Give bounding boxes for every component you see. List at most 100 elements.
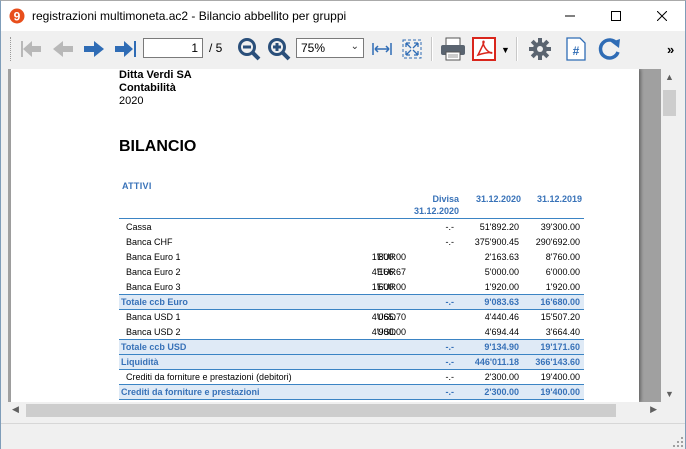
document-viewport[interactable]: Ditta Verdi SA Contabilità 2020 BILANCIO… — [8, 69, 661, 402]
row-value-2019: 1'920.00 — [545, 282, 580, 292]
page-number-button[interactable]: # — [562, 35, 590, 63]
table-row: Banca Euro 2 EUR 4'166.67 5'000.00 6'000.00 — [119, 265, 584, 280]
print-button[interactable] — [439, 35, 467, 63]
scroll-down-icon[interactable]: ▼ — [665, 389, 674, 399]
row-label: Banca USD 2 — [126, 327, 181, 337]
zoom-value: 75% — [301, 41, 326, 55]
next-page-button[interactable] — [80, 35, 108, 63]
window-title: registrazioni multimoneta.ac2 - Bilancio… — [32, 9, 347, 23]
minimize-icon — [565, 15, 575, 17]
department-name: Contabilità — [119, 82, 176, 94]
total-row: Liquidità -.- 446'011.18 366'143.60 — [119, 355, 584, 370]
report-page: Ditta Verdi SA Contabilità 2020 BILANCIO… — [11, 69, 639, 402]
row-divisa: -.- — [445, 357, 455, 367]
svg-text:#: # — [573, 44, 580, 58]
scroll-up-icon[interactable]: ▲ — [665, 72, 674, 82]
resize-grip-icon[interactable] — [673, 437, 683, 447]
row-value-2019: 15'507.20 — [540, 312, 580, 322]
horizontal-scrollbar[interactable]: ◀ ▶ — [8, 402, 661, 419]
scrollbar-corner — [661, 402, 678, 419]
total-row: Crediti da forniture e prestazioni -.- 2'3… — [119, 385, 584, 400]
last-page-icon — [115, 41, 136, 57]
row-value-2019: 19'400.00 — [540, 372, 580, 382]
row-value-2019: 8'760.00 — [545, 252, 580, 262]
settings-icon — [529, 38, 551, 60]
company-name: Ditta Verdi SA — [119, 69, 192, 81]
section-title: ATTIVI — [122, 181, 152, 191]
row-label: Totale ccb Euro — [121, 297, 188, 307]
scroll-left-icon[interactable]: ◀ — [12, 404, 19, 415]
row-divisa: -.- — [445, 372, 455, 382]
last-page-button[interactable] — [111, 35, 139, 63]
vertical-scrollbar[interactable]: ▲ ▼ — [661, 69, 678, 402]
toolbar: / 5 75% ⌄ ▼ # — [1, 31, 685, 69]
close-button[interactable] — [639, 1, 685, 31]
column-header-2019: 31.12.2019 — [536, 194, 582, 204]
previous-page-icon — [53, 41, 73, 57]
row-label: Banca Euro 1 — [126, 252, 181, 262]
row-label: Banca CHF — [126, 237, 173, 247]
table-row: Cassa -.- 51'892.20 39'300.00 — [119, 220, 584, 235]
total-row: Totale ccb USD -.- 9'134.90 19'171.60 — [119, 340, 584, 355]
zoom-in-button[interactable] — [265, 35, 293, 63]
zoom-out-button[interactable] — [235, 35, 263, 63]
row-value-2020: 375'900.45 — [474, 237, 519, 247]
row-label: Banca USD 1 — [126, 312, 181, 322]
report-year: 2020 — [119, 95, 144, 107]
row-value-2019: 6'000.00 — [545, 267, 580, 277]
fit-width-button[interactable] — [368, 35, 396, 63]
column-header-divisa-date: 31.12.2020 — [413, 206, 459, 216]
toolbar-grip — [10, 37, 13, 61]
title-bar: 9 registrazioni multimoneta.ac2 - Bilanc… — [1, 1, 685, 31]
first-page-icon — [21, 41, 41, 57]
row-amount-currency: 1'800.00 — [371, 252, 406, 262]
table-row: Banca Euro 1 EUR 1'800.00 2'163.63 8'760.00 — [119, 250, 584, 265]
row-label: Banca Euro 3 — [126, 282, 181, 292]
maximize-button[interactable] — [593, 1, 639, 31]
scroll-right-icon[interactable]: ▶ — [650, 404, 657, 415]
row-value-2020: 5'000.00 — [484, 267, 519, 277]
pdf-dropdown-icon[interactable]: ▼ — [501, 45, 510, 55]
chevron-down-icon: ⌄ — [350, 41, 359, 52]
vertical-scroll-thumb[interactable] — [663, 90, 676, 116]
previous-page-button[interactable] — [49, 35, 77, 63]
row-value-2020: 2'163.63 — [484, 252, 519, 262]
settings-button[interactable] — [526, 35, 554, 63]
horizontal-scroll-thumb[interactable] — [26, 404, 616, 417]
header-divider — [119, 218, 584, 219]
row-value-2020: 2'300.00 — [484, 372, 519, 382]
table-row: Crediti da forniture e prestazioni (debi… — [119, 370, 584, 385]
pdf-button[interactable] — [470, 35, 498, 63]
row-value-2020: 9'134.90 — [484, 342, 519, 352]
total-row: Totale ccb Euro -.- 9'083.63 16'680.00 — [119, 295, 584, 310]
fit-page-icon — [402, 39, 422, 59]
toolbar-overflow-button[interactable]: » — [667, 42, 674, 57]
svg-text:9: 9 — [14, 10, 21, 24]
row-label: Cassa — [126, 222, 152, 232]
row-value-2020: 4'440.46 — [484, 312, 519, 322]
page-number-icon: # — [566, 37, 586, 61]
row-amount-currency: 1'600.00 — [371, 282, 406, 292]
zoom-select[interactable]: 75% ⌄ — [296, 38, 364, 58]
row-divisa: -.- — [445, 387, 455, 397]
zoom-in-icon — [268, 38, 291, 61]
table-row: Banca USD 2 USD 4'900.00 4'694.44 3'664.40 — [119, 325, 584, 340]
page-number-input[interactable] — [143, 38, 203, 58]
table-row: Banca USD 1 USD 4'065.70 4'440.46 15'507.20 — [119, 310, 584, 325]
column-header-2020: 31.12.2020 — [475, 194, 521, 204]
row-value-2019: 3'664.40 — [545, 327, 580, 337]
first-page-button[interactable] — [18, 35, 46, 63]
next-page-icon — [84, 41, 104, 57]
refresh-button[interactable] — [596, 35, 624, 63]
row-value-2020: 2'300.00 — [484, 387, 519, 397]
refresh-icon — [598, 38, 620, 60]
row-value-2020: 9'083.63 — [484, 297, 519, 307]
fit-page-button[interactable] — [398, 35, 426, 63]
row-divisa: -.- — [445, 237, 455, 247]
toolbar-separator — [516, 37, 518, 61]
row-divisa: -.- — [445, 297, 455, 307]
column-header-divisa: Divisa — [432, 194, 459, 204]
minimize-button[interactable] — [547, 1, 593, 31]
row-value-2019: 16'680.00 — [540, 297, 580, 307]
row-value-2019: 19'171.60 — [540, 342, 580, 352]
